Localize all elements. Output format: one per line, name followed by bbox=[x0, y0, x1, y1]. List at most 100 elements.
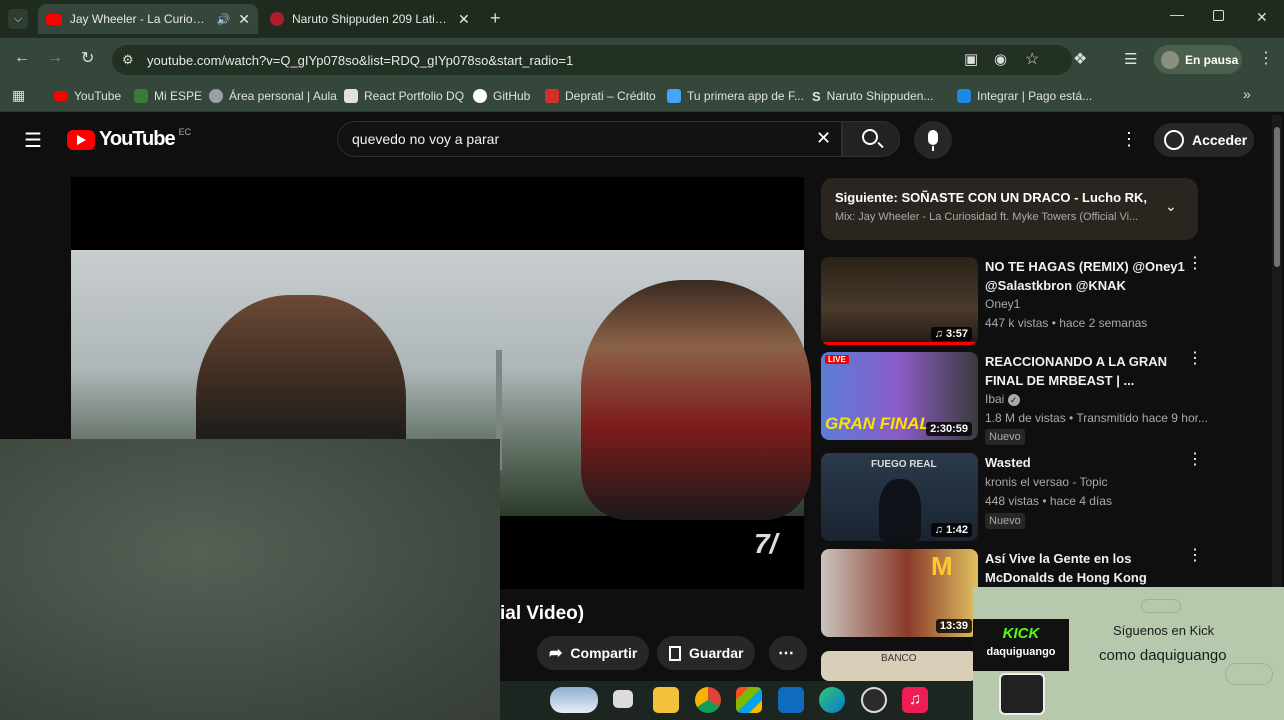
file-explorer-icon[interactable] bbox=[653, 687, 679, 713]
list-item[interactable]: ♫ 3:57 NO TE HAGAS (REMIX) @Oney1 @Salas… bbox=[821, 256, 1261, 345]
account-circle-icon bbox=[1164, 130, 1184, 150]
close-tab-icon[interactable]: ✕ bbox=[238, 11, 250, 28]
obs-icon[interactable] bbox=[861, 687, 887, 713]
maximize-icon[interactable] bbox=[1213, 10, 1224, 21]
list-item[interactable]: FUEGO REAL ♫ 1:42 Wasted kronis el versa… bbox=[821, 452, 1261, 541]
streamer-logo-icon bbox=[999, 673, 1045, 715]
bookmark-flutter[interactable]: Tu primera app de F... bbox=[667, 86, 804, 106]
youtube-play-icon bbox=[67, 129, 95, 150]
youtube-logo[interactable]: YouTube EC bbox=[67, 127, 191, 151]
bookmark-integrar[interactable]: Integrar | Pago está... bbox=[957, 86, 1092, 106]
back-arrow-icon[interactable]: ← bbox=[14, 49, 30, 67]
tab-jay-wheeler[interactable]: Jay Wheeler - La Curiosidad 🔊 ✕ bbox=[38, 4, 258, 34]
duration-badge: ♫ 3:57 bbox=[930, 327, 972, 341]
search-query: quevedo no voy a parar bbox=[352, 131, 500, 147]
video-thumbnail[interactable]: LIVE GRAN FINAL 2:30:59 bbox=[821, 352, 978, 440]
up-next-title: SOÑASTE CON UN DRACO - Lucho RK, L... bbox=[901, 190, 1150, 205]
tab-naruto[interactable]: Naruto Shippuden 209 Latino - ✕ bbox=[262, 4, 482, 34]
forward-arrow-icon[interactable]: → bbox=[47, 49, 63, 67]
video-thumbnail[interactable]: FUEGO REAL ♫ 1:42 bbox=[821, 453, 978, 541]
reload-icon[interactable]: ↻ bbox=[81, 48, 94, 68]
video-title[interactable]: Así Vive la Gente en los McDonalds de Ho… bbox=[985, 549, 1185, 587]
star-icon[interactable]: ☆ bbox=[1025, 49, 1039, 69]
channel-name[interactable]: Oney1 bbox=[985, 297, 1020, 311]
minimize-icon[interactable]: — bbox=[1170, 6, 1184, 22]
close-window-icon[interactable]: ✕ bbox=[1256, 9, 1268, 26]
profile-chip[interactable]: En pausa bbox=[1154, 45, 1242, 74]
tab-title: Jay Wheeler - La Curiosidad bbox=[69, 12, 209, 26]
outlook-icon[interactable] bbox=[778, 687, 804, 713]
search-icon bbox=[862, 129, 878, 145]
save-label: Guardar bbox=[689, 645, 744, 661]
bookmark-github[interactable]: GitHub bbox=[473, 86, 530, 106]
youtube-favicon-icon bbox=[46, 13, 62, 25]
search-input[interactable]: quevedo no voy a parar bbox=[337, 121, 842, 157]
video-thumbnail[interactable]: ♫ 3:57 bbox=[821, 257, 978, 345]
s-icon: S bbox=[812, 88, 821, 104]
install-icon[interactable]: ▣ bbox=[964, 50, 978, 68]
weather-widget-icon[interactable] bbox=[550, 687, 598, 713]
kick-badge: KICK daquiguango bbox=[973, 619, 1069, 671]
sign-in-button[interactable]: Acceder bbox=[1154, 123, 1254, 157]
bookmark-label: Deprati – Crédito bbox=[565, 89, 656, 103]
video-meta: 448 vistas • hace 4 días bbox=[985, 494, 1112, 508]
taskbar: ♫ bbox=[500, 681, 973, 720]
apps-grid-icon[interactable]: ▦ bbox=[12, 87, 25, 104]
site-info-icon[interactable]: ⚙ bbox=[122, 52, 134, 68]
more-actions-button[interactable]: ⋯ bbox=[769, 636, 807, 670]
bookmark-deprati[interactable]: Deprati – Crédito bbox=[545, 86, 656, 106]
channel-name[interactable]: kronis el versao - Topic bbox=[985, 475, 1108, 489]
up-next-label: Siguiente: bbox=[835, 190, 898, 205]
eye-off-icon[interactable]: ◉ bbox=[994, 50, 1007, 68]
store-icon[interactable] bbox=[736, 687, 762, 713]
speaker-icon[interactable]: 🔊 bbox=[217, 13, 231, 26]
tab-title: Naruto Shippuden 209 Latino - bbox=[292, 12, 450, 26]
naruto-favicon-icon bbox=[270, 12, 284, 26]
save-button[interactable]: Guardar bbox=[657, 636, 756, 670]
more-bookmarks-icon[interactable]: » bbox=[1243, 86, 1251, 102]
address-bar[interactable]: ⚙ youtube.com/watch?v=Q_gIYp078so&list=R… bbox=[112, 45, 1072, 75]
kick-stream-overlay: KICK daquiguango Síguenos en Kick como d… bbox=[973, 587, 1284, 720]
tiktok-icon[interactable]: ♫ bbox=[902, 687, 928, 713]
video-options-icon[interactable]: ⋮ bbox=[1187, 351, 1203, 374]
bookmark-area-personal[interactable]: Área personal | Aula bbox=[209, 86, 337, 106]
thumbnail-text: BANCO bbox=[881, 653, 917, 664]
sign-in-label: Acceder bbox=[1192, 132, 1248, 148]
edge-icon[interactable] bbox=[819, 687, 845, 713]
media-controls-icon[interactable]: ☰ bbox=[1124, 50, 1137, 68]
bookmark-naruto[interactable]: S Naruto Shippuden... bbox=[812, 86, 933, 106]
settings-kebab-icon[interactable]: ⋮ bbox=[1120, 129, 1138, 150]
browser-menu-icon[interactable]: ⋮ bbox=[1258, 48, 1274, 68]
chrome-icon[interactable] bbox=[695, 687, 721, 713]
video-options-icon[interactable]: ⋮ bbox=[1187, 452, 1203, 475]
search-button[interactable] bbox=[842, 121, 900, 157]
list-item[interactable]: LIVE GRAN FINAL 2:30:59 REACCIONANDO A L… bbox=[821, 351, 1261, 445]
clear-search-icon[interactable]: ✕ bbox=[816, 128, 831, 149]
extensions-icon[interactable]: ❖ bbox=[1073, 49, 1087, 69]
video-title[interactable]: NO TE HAGAS (REMIX) @Oney1 @Salastkbron … bbox=[985, 257, 1185, 295]
share-button[interactable]: ➦ Compartir bbox=[537, 636, 650, 670]
task-view-icon[interactable] bbox=[613, 690, 633, 708]
video-thumbnail[interactable]: BANCO bbox=[821, 651, 978, 681]
channel-name[interactable]: Ibai ✓ bbox=[985, 392, 1020, 406]
new-tab-plus-icon[interactable]: + bbox=[490, 8, 501, 29]
video-title: ial Video) bbox=[500, 603, 585, 624]
tab-search-button[interactable]: ⌵ bbox=[8, 9, 28, 29]
video-title[interactable]: Wasted bbox=[985, 453, 1185, 472]
voice-search-button[interactable] bbox=[914, 121, 952, 159]
video-options-icon[interactable]: ⋮ bbox=[1187, 256, 1203, 279]
chevron-down-icon[interactable]: ⌄ bbox=[1165, 198, 1177, 215]
up-next-panel[interactable]: Siguiente: SOÑASTE CON UN DRACO - Lucho … bbox=[821, 178, 1198, 240]
bookmark-label: Integrar | Pago está... bbox=[977, 89, 1093, 103]
deprati-icon bbox=[545, 89, 559, 103]
url-text[interactable]: youtube.com/watch?v=Q_gIYp078so&list=RDQ… bbox=[147, 53, 573, 68]
video-title[interactable]: REACCIONANDO A LA GRAN FINAL DE MRBEAST … bbox=[985, 352, 1185, 390]
bookmark-mi-espe[interactable]: Mi ESPE bbox=[134, 86, 202, 106]
kick-username: daquiguango bbox=[986, 646, 1056, 658]
bookmark-youtube[interactable]: YouTube bbox=[54, 86, 121, 106]
video-thumbnail[interactable]: M 13:39 bbox=[821, 549, 978, 637]
bookmark-react-portfolio[interactable]: React Portfolio DQ bbox=[344, 86, 464, 106]
close-tab-icon[interactable]: ✕ bbox=[458, 11, 470, 28]
hamburger-menu-icon[interactable]: ☰ bbox=[24, 128, 42, 153]
video-options-icon[interactable]: ⋮ bbox=[1187, 548, 1203, 571]
